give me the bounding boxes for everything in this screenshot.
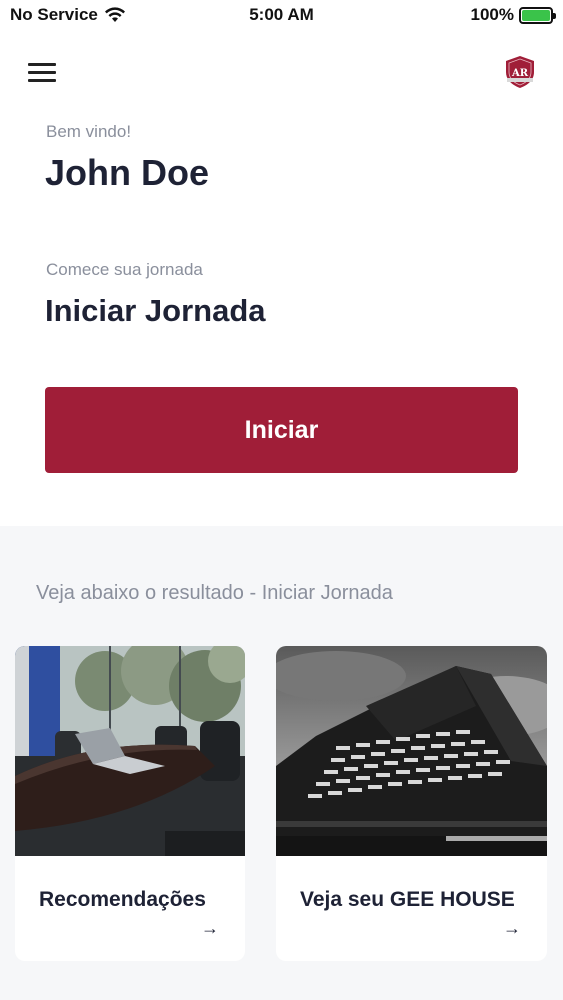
results-section: Veja abaixo o resultado - Iniciar Jornad… <box>0 526 563 1000</box>
user-name: John Doe <box>45 152 210 193</box>
welcome-label: Bem vindo! <box>46 122 132 141</box>
status-bar: No Service 5:00 AM 100% <box>0 0 563 32</box>
battery-icon <box>519 6 556 24</box>
gee-house-card[interactable]: Veja seu GEE HOUSE → <box>276 646 547 961</box>
skyscraper-photo <box>276 646 547 856</box>
journey-title: Iniciar Jornada <box>45 293 266 328</box>
start-journey-button[interactable]: Iniciar <box>45 387 518 473</box>
recommendations-title: Recomendações <box>39 888 206 911</box>
battery-percent: 100% <box>470 5 514 24</box>
recommendations-card[interactable]: Recomendações → <box>15 646 245 961</box>
hamburger-menu-icon[interactable] <box>28 63 56 83</box>
results-heading: Veja abaixo o resultado - Iniciar Jornad… <box>36 582 393 604</box>
logo-text: AR <box>511 68 529 79</box>
gee-house-title: Veja seu GEE HOUSE <box>300 888 515 911</box>
status-right: 100% <box>470 5 556 25</box>
arrow-right-icon: → <box>503 918 521 938</box>
journey-label: Comece sua jornada <box>46 260 203 279</box>
meeting-room-photo <box>15 646 245 856</box>
arrow-right-icon: → <box>201 918 219 938</box>
shield-logo-icon[interactable]: AR <box>502 54 538 90</box>
